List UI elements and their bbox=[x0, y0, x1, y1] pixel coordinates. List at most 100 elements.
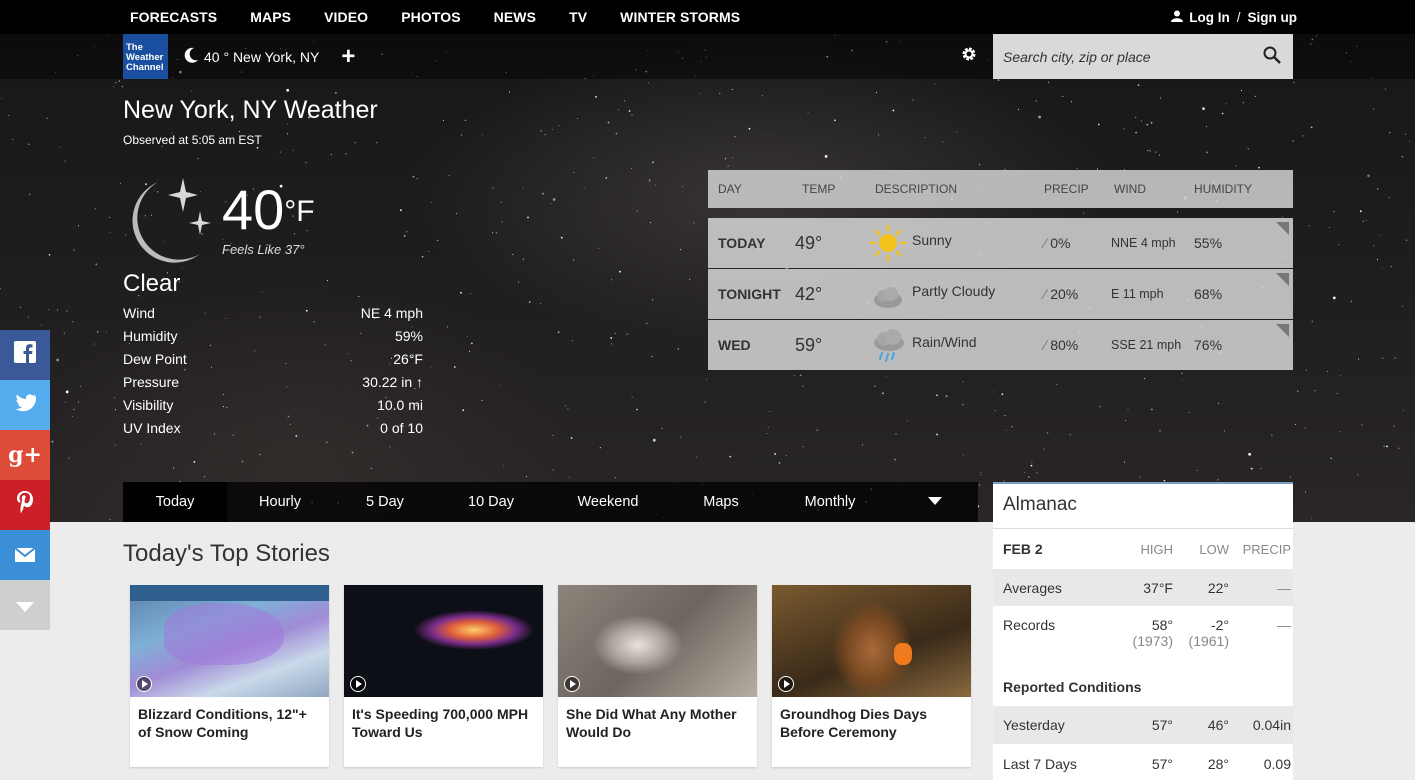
story-headline[interactable]: Blizzard Conditions, 12"+ of Snow Coming bbox=[130, 697, 329, 741]
tab-hourly[interactable]: Hourly bbox=[227, 482, 333, 522]
forecast-row-today[interactable]: TODAY 49° Sunny ⁄ 0% NNE 4 mph 55% bbox=[708, 218, 1293, 268]
star bbox=[518, 281, 520, 283]
star bbox=[979, 484, 981, 486]
story-headline[interactable]: She Did What Any Mother Would Do bbox=[558, 697, 757, 741]
star bbox=[512, 253, 514, 255]
settings-gear-icon[interactable] bbox=[961, 46, 977, 67]
googleplus-share-button[interactable]: g+ bbox=[0, 430, 50, 480]
forecast-precip: ⁄ 80% bbox=[1034, 337, 1111, 353]
nav-photos[interactable]: PHOTOS bbox=[401, 9, 460, 25]
star bbox=[1359, 210, 1362, 213]
star bbox=[1076, 167, 1078, 169]
star bbox=[618, 109, 620, 111]
star bbox=[661, 427, 663, 429]
expand-corner-icon[interactable] bbox=[1276, 324, 1289, 337]
star bbox=[78, 225, 80, 227]
twitter-share-button[interactable] bbox=[0, 380, 50, 430]
star bbox=[704, 401, 706, 403]
pinterest-share-button[interactable] bbox=[0, 480, 50, 530]
envelope-icon bbox=[14, 542, 36, 568]
forecast-row-wed[interactable]: WED 59° Rain/Wind ⁄ 80% SSE 21 mph 76% bbox=[708, 320, 1293, 370]
star bbox=[892, 109, 895, 112]
star bbox=[1384, 88, 1386, 90]
nav-video[interactable]: VIDEO bbox=[324, 9, 368, 25]
star bbox=[624, 100, 626, 102]
facebook-share-button[interactable] bbox=[0, 330, 50, 380]
star bbox=[693, 222, 695, 224]
star bbox=[1043, 448, 1045, 450]
expand-corner-icon[interactable] bbox=[1276, 222, 1289, 235]
tab-maps[interactable]: Maps bbox=[671, 482, 771, 522]
sun-icon bbox=[868, 221, 912, 265]
almanac-precip: — bbox=[1277, 579, 1291, 596]
weather-channel-logo[interactable]: The Weather Channel bbox=[123, 34, 168, 79]
nav-maps[interactable]: MAPS bbox=[250, 9, 291, 25]
star bbox=[1127, 408, 1129, 410]
star bbox=[571, 340, 573, 342]
almanac-low-cell: -2° (1961) bbox=[1173, 617, 1229, 649]
play-icon[interactable] bbox=[778, 676, 794, 692]
play-icon[interactable] bbox=[136, 676, 152, 692]
star bbox=[421, 255, 424, 258]
star bbox=[680, 436, 682, 438]
search-input[interactable] bbox=[993, 34, 1263, 79]
tab-5-day[interactable]: 5 Day bbox=[333, 482, 437, 522]
nav-news[interactable]: NEWS bbox=[494, 9, 536, 25]
add-location-button[interactable]: + bbox=[341, 43, 355, 71]
star bbox=[1123, 461, 1126, 463]
star bbox=[1011, 426, 1013, 428]
header-precip: PRECIP bbox=[1044, 182, 1089, 196]
star bbox=[1017, 108, 1019, 110]
star bbox=[376, 142, 378, 144]
star bbox=[719, 93, 721, 95]
star bbox=[1402, 305, 1404, 308]
more-tabs-chevron-down-icon[interactable] bbox=[928, 497, 942, 505]
email-share-button[interactable] bbox=[0, 530, 50, 580]
forecast-temp: 49° bbox=[795, 232, 823, 253]
current-location[interactable]: 40 ° New York, NY + bbox=[182, 34, 355, 79]
star bbox=[647, 82, 649, 84]
star bbox=[1206, 151, 1208, 154]
nav-forecasts[interactable]: FORECASTS bbox=[130, 9, 217, 25]
tab-10-day[interactable]: 10 Day bbox=[437, 482, 545, 522]
star bbox=[63, 332, 65, 334]
nav-winter-storms[interactable]: WINTER STORMS bbox=[620, 9, 740, 25]
more-share-button[interactable] bbox=[0, 580, 50, 630]
star bbox=[552, 434, 554, 436]
login-link[interactable]: Log In bbox=[1189, 10, 1230, 25]
star bbox=[56, 358, 59, 362]
star bbox=[727, 165, 729, 167]
story-card[interactable]: Groundhog Dies Days Before Ceremony bbox=[772, 585, 971, 767]
raindrop-icon: ⁄ bbox=[1044, 337, 1047, 353]
tab-today[interactable]: Today bbox=[123, 482, 227, 522]
star bbox=[1338, 244, 1340, 246]
star bbox=[882, 392, 884, 395]
tab-monthly[interactable]: Monthly bbox=[771, 482, 889, 522]
story-card[interactable]: It's Speeding 700,000 MPH Toward Us bbox=[344, 585, 543, 767]
star bbox=[577, 118, 579, 120]
almanac-high: 57° bbox=[1151, 717, 1173, 733]
forecast-row-tonight[interactable]: TONIGHT 42° Partly Cloudy ⁄ 20% E 11 mph… bbox=[708, 269, 1293, 319]
play-icon[interactable] bbox=[350, 676, 366, 692]
star bbox=[799, 374, 802, 377]
almanac-header-high: HIGH bbox=[1140, 541, 1174, 557]
star bbox=[1376, 259, 1379, 261]
star bbox=[241, 460, 244, 463]
story-headline[interactable]: Groundhog Dies Days Before Ceremony bbox=[772, 697, 971, 741]
search-icon[interactable] bbox=[1263, 46, 1281, 69]
signup-link[interactable]: Sign up bbox=[1248, 10, 1298, 25]
play-icon[interactable] bbox=[564, 676, 580, 692]
tab-weekend[interactable]: Weekend bbox=[545, 482, 671, 522]
star bbox=[980, 474, 982, 476]
star bbox=[1328, 227, 1331, 229]
star bbox=[370, 467, 372, 469]
star bbox=[599, 447, 601, 449]
nav-tv[interactable]: TV bbox=[569, 9, 587, 25]
almanac-reported-title: Reported Conditions bbox=[1003, 679, 1142, 695]
story-headline[interactable]: It's Speeding 700,000 MPH Toward Us bbox=[344, 697, 543, 741]
expand-corner-icon[interactable] bbox=[1276, 273, 1289, 286]
story-card[interactable]: She Did What Any Mother Would Do bbox=[558, 585, 757, 767]
star bbox=[354, 142, 356, 144]
story-card[interactable]: Blizzard Conditions, 12"+ of Snow Coming bbox=[130, 585, 329, 767]
star bbox=[1260, 468, 1262, 470]
